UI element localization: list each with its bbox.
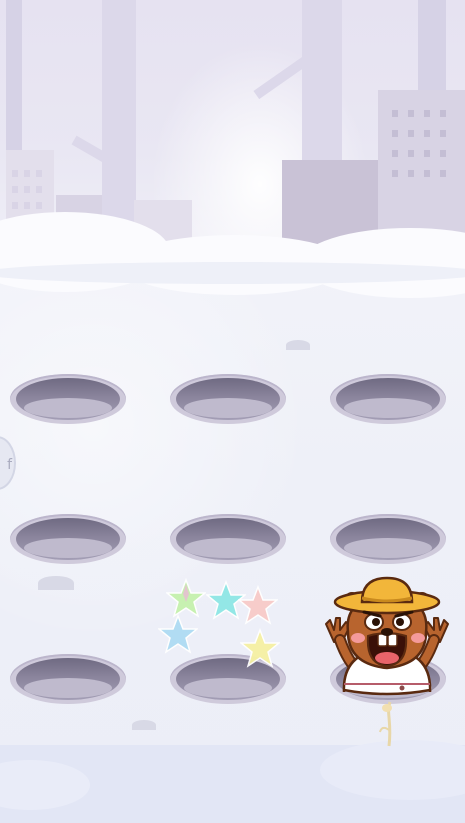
- window: [440, 130, 446, 137]
- window: [392, 110, 398, 117]
- hole-r2-c2[interactable]: [170, 514, 286, 564]
- window: [424, 110, 430, 117]
- game-stage: f: [0, 0, 465, 823]
- pink-star-icon: [238, 585, 278, 625]
- window: [408, 170, 414, 177]
- hole-r2-c1[interactable]: [10, 514, 126, 564]
- yellow-star-icon: [240, 628, 280, 668]
- window: [36, 202, 42, 209]
- straw-hat-icon: [333, 576, 441, 615]
- hole-r3-c1[interactable]: [10, 654, 126, 704]
- hole-r2-c3[interactable]: [330, 514, 446, 564]
- window: [392, 130, 398, 137]
- window: [424, 150, 430, 157]
- window: [392, 170, 398, 177]
- window: [36, 186, 42, 193]
- hole-r1-c3[interactable]: [330, 374, 446, 424]
- side-tab-glyph: f: [7, 457, 12, 473]
- window: [408, 110, 414, 117]
- snow-drift-shadow: [0, 262, 465, 284]
- snow-mound: [132, 720, 156, 730]
- window: [440, 170, 446, 177]
- window: [408, 130, 414, 137]
- window: [24, 170, 30, 177]
- window: [12, 170, 18, 177]
- window: [440, 150, 446, 157]
- hole-r1-c2[interactable]: [170, 374, 286, 424]
- window: [12, 202, 18, 209]
- beaver-character[interactable]: [318, 572, 456, 742]
- tree-trunk: [6, 0, 22, 150]
- window: [408, 150, 414, 157]
- window: [424, 130, 430, 137]
- window: [36, 170, 42, 177]
- window: [440, 110, 446, 117]
- window: [24, 202, 30, 209]
- window: [424, 170, 430, 177]
- window: [24, 186, 30, 193]
- snow-mound: [38, 576, 74, 590]
- green-star-icon: [166, 578, 206, 618]
- snow-mound: [286, 340, 310, 350]
- blue-star-icon: [158, 614, 198, 654]
- tree-trunk: [102, 0, 136, 240]
- hole-r1-c1[interactable]: [10, 374, 126, 424]
- window: [12, 186, 18, 193]
- window: [392, 150, 398, 157]
